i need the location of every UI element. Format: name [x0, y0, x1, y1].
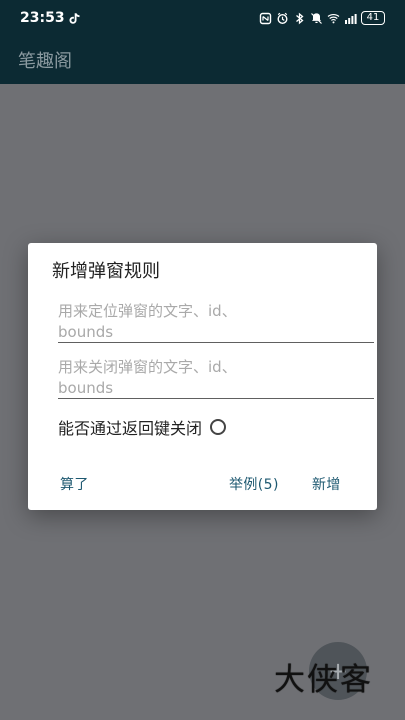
back-close-label: 能否通过返回键关闭	[58, 419, 203, 438]
dialog-title: 新增弹窗规则	[52, 261, 160, 282]
dialog-actions: 算了 举例(5) 新增	[28, 475, 377, 495]
cancel-button[interactable]: 算了	[60, 475, 89, 495]
mute-icon	[310, 12, 323, 25]
locate-popup-placeholder: 用来定位弹窗的文字、id、 bounds	[58, 302, 237, 341]
close-popup-placeholder: 用来关闭弹窗的文字、id、 bounds	[58, 358, 237, 397]
battery-level: 41	[366, 12, 380, 23]
app-screen: 23:53 41 笔趣阁 新增弹窗规则 用来定位弹窗的文字、id、 bounds…	[0, 0, 405, 720]
close-popup-input[interactable]: 用来关闭弹窗的文字、id、 bounds	[58, 357, 374, 399]
alarm-icon	[276, 12, 289, 25]
status-time: 23:53	[20, 10, 65, 26]
status-left: 23:53	[20, 10, 82, 26]
signal-icon	[344, 12, 357, 25]
add-popup-rule-dialog: 新增弹窗规则 用来定位弹窗的文字、id、 bounds 用来关闭弹窗的文字、id…	[28, 243, 377, 510]
nfc-icon	[259, 12, 272, 25]
battery-icon: 41	[361, 11, 385, 25]
app-title: 笔趣阁	[18, 51, 72, 72]
watermark: 大侠客	[274, 662, 373, 698]
status-bar: 23:53 41	[0, 0, 405, 36]
add-button[interactable]: 新增	[312, 475, 341, 495]
status-right: 41	[259, 11, 385, 25]
example-button[interactable]: 举例(5)	[229, 475, 279, 495]
bluetooth-icon	[293, 12, 306, 25]
wifi-icon	[327, 12, 340, 25]
back-close-radio[interactable]	[210, 419, 227, 435]
tiktok-icon	[69, 12, 82, 25]
app-bar: 笔趣阁	[0, 36, 405, 84]
back-close-toggle-row[interactable]: 能否通过返回键关闭	[58, 415, 227, 439]
locate-popup-input[interactable]: 用来定位弹窗的文字、id、 bounds	[58, 301, 374, 343]
